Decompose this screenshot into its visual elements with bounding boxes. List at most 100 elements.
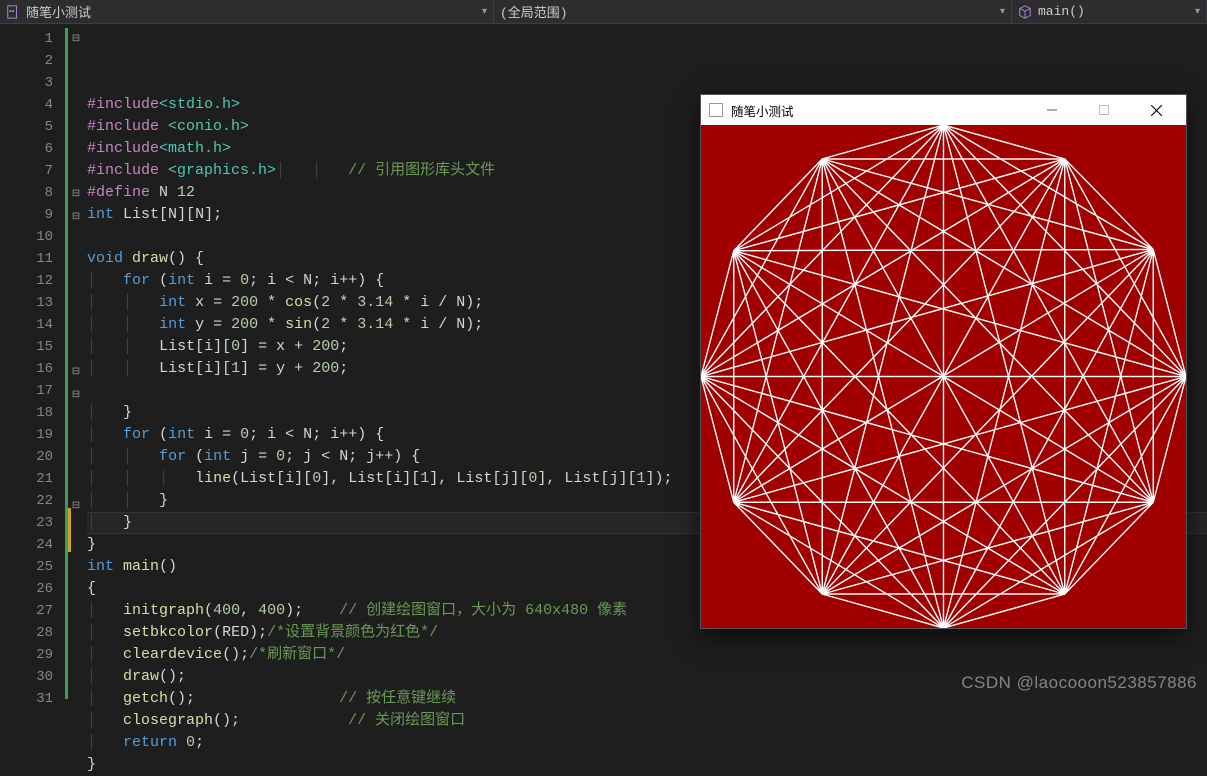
fold-slot: ⊟	[65, 206, 87, 229]
line-number: 24	[0, 534, 53, 556]
line-number: 30	[0, 666, 53, 688]
change-bar-green	[65, 28, 68, 699]
cpp-file-icon	[6, 5, 20, 19]
line-number: 10	[0, 226, 53, 248]
line-number: 26	[0, 578, 53, 600]
code-line[interactable]: │ │ │ line(List[i][0], List[i][1], List[…	[87, 468, 1207, 490]
code-line[interactable]: │ }	[87, 512, 1207, 534]
code-line[interactable]: │ for (int i = 0; i < N; i++) {	[87, 424, 1207, 446]
code-line[interactable]: │ │ }	[87, 490, 1207, 512]
top-nav-bar: 随笔小测试 ▾ (全局范围) ▾ main() ▾	[0, 0, 1207, 24]
file-label: 随笔小测试	[26, 2, 91, 21]
fold-slot	[65, 317, 87, 339]
line-number: 20	[0, 446, 53, 468]
code-line[interactable]: }	[87, 534, 1207, 556]
fold-slot	[65, 429, 87, 451]
code-line[interactable]: │ │ int y = 200 * sin(2 * 3.14 * i / N);	[87, 314, 1207, 336]
code-area[interactable]: #include<stdio.h>#include <conio.h>#incl…	[87, 24, 1207, 699]
fold-toggle[interactable]: ⊟	[72, 212, 80, 223]
code-line[interactable]: │ return 0;	[87, 732, 1207, 754]
code-line[interactable]: {	[87, 578, 1207, 600]
line-number: 12	[0, 270, 53, 292]
code-line[interactable]: │ │ int x = 200 * cos(2 * 3.14 * i / N);	[87, 292, 1207, 314]
cube-icon	[1018, 5, 1032, 19]
change-bar-yellow	[68, 508, 71, 552]
code-line[interactable]: │ │ for (int j = 0; j < N; j++) {	[87, 446, 1207, 468]
line-number: 28	[0, 622, 53, 644]
code-line[interactable]: }	[87, 754, 1207, 776]
code-line[interactable]: │ closegraph(); // 关闭绘图窗口	[87, 710, 1207, 732]
line-number: 27	[0, 600, 53, 622]
line-number: 1	[0, 28, 53, 50]
line-number: 31	[0, 688, 53, 710]
line-number: 17	[0, 380, 53, 402]
fold-slot	[65, 562, 87, 584]
fold-slot	[65, 339, 87, 361]
fold-slot	[65, 229, 87, 251]
fold-slot	[65, 161, 87, 183]
line-number: 11	[0, 248, 53, 270]
fold-toggle[interactable]: ⊟	[72, 501, 80, 512]
fold-slot	[65, 95, 87, 117]
code-line[interactable]: │ for (int i = 0; i < N; i++) {	[87, 270, 1207, 292]
code-line[interactable]: │ }	[87, 402, 1207, 424]
fold-slot	[65, 407, 87, 429]
code-line[interactable]: │ getch(); // 按任意键继续	[87, 688, 1207, 710]
line-number: 13	[0, 292, 53, 314]
fold-slot	[65, 473, 87, 495]
line-number: 5	[0, 116, 53, 138]
code-line[interactable]: int main()	[87, 556, 1207, 578]
line-number: 25	[0, 556, 53, 578]
fold-margin: ⊟ ⊟ ⊟ ⊟ ⊟ ⊟	[65, 24, 87, 699]
code-line[interactable]: │ │ List[i][0] = x + 200;	[87, 336, 1207, 358]
line-number: 8	[0, 182, 53, 204]
fold-slot: ⊟	[65, 183, 87, 206]
fold-slot	[65, 73, 87, 95]
code-line[interactable]: #define N 12	[87, 182, 1207, 204]
line-number: 19	[0, 424, 53, 446]
code-line[interactable]: #include <conio.h>	[87, 116, 1207, 138]
line-number: 29	[0, 644, 53, 666]
file-dropdown[interactable]: 随笔小测试 ▾	[0, 0, 494, 23]
function-dropdown[interactable]: main() ▾	[1012, 0, 1207, 23]
code-line[interactable]	[87, 226, 1207, 248]
fold-toggle[interactable]: ⊟	[72, 367, 80, 378]
code-line[interactable]: │ initgraph(400, 400); // 创建绘图窗口，大小为 640…	[87, 600, 1207, 622]
code-line[interactable]: #include <graphics.h>│ │ // 引用图形库头文件	[87, 160, 1207, 182]
line-number: 4	[0, 94, 53, 116]
fold-slot	[65, 650, 87, 672]
fold-slot: ⊟	[65, 384, 87, 407]
line-number: 14	[0, 314, 53, 336]
code-editor[interactable]: 1234567891011121314151617181920212223242…	[0, 24, 1207, 699]
fold-slot	[65, 251, 87, 273]
fold-slot: ⊟	[65, 28, 87, 51]
code-line[interactable]: void draw() {	[87, 248, 1207, 270]
fold-slot	[65, 117, 87, 139]
code-line[interactable]	[87, 380, 1207, 402]
code-line[interactable]: │ │ List[i][1] = y + 200;	[87, 358, 1207, 380]
line-number: 22	[0, 490, 53, 512]
code-line[interactable]: │ cleardevice();/*刷新窗口*/	[87, 644, 1207, 666]
line-number: 21	[0, 468, 53, 490]
function-label: main()	[1038, 4, 1085, 19]
chevron-down-icon: ▾	[482, 6, 487, 18]
fold-toggle[interactable]: ⊟	[72, 189, 80, 200]
line-number: 6	[0, 138, 53, 160]
line-number: 16	[0, 358, 53, 380]
fold-slot	[65, 606, 87, 628]
fold-slot	[65, 451, 87, 473]
line-number: 9	[0, 204, 53, 226]
code-line[interactable]: int List[N][N];	[87, 204, 1207, 226]
chevron-down-icon: ▾	[1000, 6, 1005, 18]
fold-toggle[interactable]: ⊟	[72, 390, 80, 401]
scope-dropdown[interactable]: (全局范围) ▾	[494, 0, 1012, 23]
fold-toggle[interactable]: ⊟	[72, 34, 80, 45]
line-number: 3	[0, 72, 53, 94]
fold-slot	[65, 584, 87, 606]
code-line[interactable]: #include<math.h>	[87, 138, 1207, 160]
code-line[interactable]: │ draw();	[87, 666, 1207, 688]
code-line[interactable]: │ setbkcolor(RED);/*设置背景颜色为红色*/	[87, 622, 1207, 644]
chevron-down-icon: ▾	[1195, 6, 1200, 18]
code-line[interactable]: #include<stdio.h>	[87, 94, 1207, 116]
line-number: 23	[0, 512, 53, 534]
